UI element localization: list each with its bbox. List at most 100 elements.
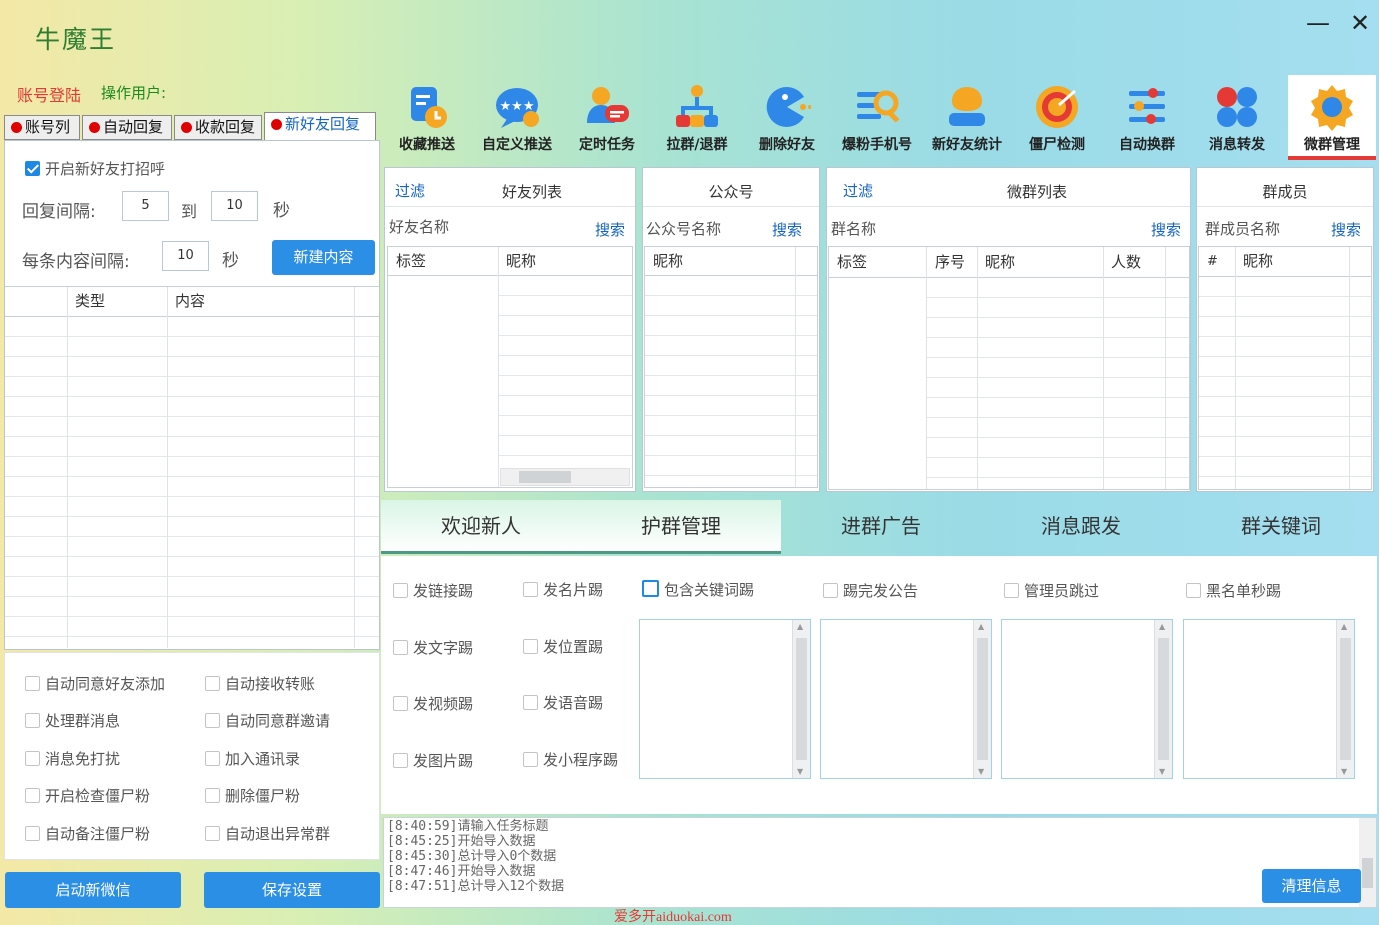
friend-table[interactable]: 标签 昵称 (387, 246, 633, 488)
column-header-nickname[interactable]: 昵称 (979, 247, 1015, 277)
column-header-nickname[interactable]: 昵称 (500, 247, 536, 275)
official-table[interactable]: 昵称 (644, 246, 818, 488)
blacklist-textarea[interactable]: ▲ ▼ (1183, 619, 1355, 779)
tab-welcome-new[interactable]: 欢迎新人 (381, 500, 581, 554)
kick-on-miniprogram-checkbox[interactable]: 发小程序踢 (523, 749, 618, 770)
toolbar-group-join-exit[interactable]: 拉群/退群 (653, 75, 741, 160)
app-title: 牛魔王 (35, 25, 117, 54)
toolbar-group-manage[interactable]: 微群管理 (1288, 75, 1376, 160)
option-auto-accept-friend[interactable]: 自动同意好友添加 (25, 673, 165, 694)
tab-group-protection[interactable]: 护群管理 (581, 500, 781, 554)
post-notice-after-kick-checkbox[interactable]: 踢完发公告 (823, 580, 918, 601)
phone-search-icon (857, 90, 900, 123)
column-header-number[interactable]: # (1201, 247, 1218, 276)
tab-group-keywords[interactable]: 群关键词 (1181, 500, 1379, 554)
kick-on-link-checkbox[interactable]: 发链接踢 (393, 580, 473, 601)
column-header-tag[interactable]: 标签 (831, 247, 867, 277)
group-table[interactable]: 标签 序号 昵称 人数 (828, 246, 1190, 490)
log-output[interactable]: [8:40:59]请输入任务标题 [8:45:25]开始导入数据 [8:45:3… (383, 817, 1377, 908)
group-search-link[interactable]: 搜索 (1151, 219, 1181, 240)
tab-auto-reply[interactable]: 自动回复 (82, 115, 172, 140)
member-search-link[interactable]: 搜索 (1331, 219, 1361, 240)
notice-textarea[interactable]: ▲ ▼ (820, 619, 992, 779)
tab-join-group-ad[interactable]: 进群广告 (781, 500, 981, 554)
each-interval-input[interactable]: 10 (162, 241, 209, 271)
tab-payment-reply[interactable]: 收款回复 (174, 115, 262, 140)
log-scrollbar[interactable] (1359, 818, 1376, 907)
option-delete-zombie-fans[interactable]: 删除僵尸粉 (205, 785, 300, 806)
toolbar-delete-friend[interactable]: 删除好友 (743, 75, 831, 160)
admin-textarea[interactable]: ▲ ▼ (1001, 619, 1173, 779)
toolbar-message-forward[interactable]: 消息转发 (1193, 75, 1281, 160)
kick-on-text-checkbox[interactable]: 发文字踢 (393, 637, 473, 658)
checkbox-icon (25, 826, 40, 841)
start-new-wechat-button[interactable]: 启动新微信 (5, 872, 181, 908)
friend-name-label: 好友名称 (389, 218, 450, 236)
content-table[interactable]: 类型 内容 (5, 286, 379, 648)
group-member-title: 群成员 (1262, 183, 1308, 201)
group-list-panel: 过滤 微群列表 群名称 搜索 标签 序号 昵称 人数 (826, 167, 1191, 492)
enable-greeting-checkbox[interactable]: 开启新好友打招呼 (25, 158, 165, 179)
column-header-index[interactable]: 序号 (929, 247, 965, 277)
group-filter-link[interactable]: 过滤 (843, 180, 873, 201)
toolbar-favorite-push[interactable]: 收藏推送 (383, 75, 471, 160)
status-dot-icon (181, 122, 192, 133)
option-handle-group-message[interactable]: 处理群消息 (25, 710, 120, 731)
member-table[interactable]: # 昵称 (1198, 246, 1372, 490)
option-auto-receive-transfer[interactable]: 自动接收转账 (205, 673, 315, 694)
kick-on-card-checkbox[interactable]: 发名片踢 (523, 579, 603, 600)
column-header-tag[interactable]: 标签 (390, 247, 426, 275)
kick-on-video-checkbox[interactable]: 发视频踢 (393, 693, 473, 714)
interval-to-input[interactable]: 10 (211, 191, 258, 221)
option-add-to-contacts[interactable]: 加入通讯录 (205, 748, 300, 769)
column-header-nickname[interactable]: 昵称 (647, 247, 683, 275)
left-tab-bar: 账号列 自动回复 收款回复 新好友回复 (4, 112, 380, 141)
option-auto-accept-group-invite[interactable]: 自动同意群邀请 (205, 710, 330, 731)
friend-search-link[interactable]: 搜索 (595, 219, 625, 240)
toolbar-new-friend-stats[interactable]: 新好友统计 (923, 75, 1011, 160)
friend-filter-link[interactable]: 过滤 (395, 180, 425, 201)
toolbar-phone-search[interactable]: 爆粉手机号 (833, 75, 921, 160)
scrollbar-thumb[interactable] (519, 471, 571, 483)
column-header-nickname[interactable]: 昵称 (1237, 247, 1273, 276)
checkbox-icon (523, 639, 538, 654)
vertical-scrollbar[interactable]: ▲ ▼ (1336, 620, 1354, 778)
column-header-content[interactable]: 内容 (169, 287, 205, 316)
vertical-scrollbar[interactable]: ▲ ▼ (1154, 620, 1172, 778)
clear-info-button[interactable]: 清理信息 (1262, 869, 1361, 903)
group-name-label: 群名称 (831, 220, 877, 238)
kick-on-keyword-checkbox[interactable]: 包含关键词踢 (642, 579, 754, 600)
kick-on-voice-checkbox[interactable]: 发语音踢 (523, 692, 603, 713)
column-header-member-count[interactable]: 人数 (1105, 247, 1141, 277)
blacklist-instant-kick-checkbox[interactable]: 黑名单秒踢 (1186, 580, 1281, 601)
skip-admin-checkbox[interactable]: 管理员跳过 (1004, 580, 1099, 601)
toolbar-auto-switch-group[interactable]: 自动换群 (1103, 75, 1191, 160)
close-button[interactable]: ✕ (1345, 8, 1375, 38)
new-content-button[interactable]: 新建内容 (272, 240, 375, 275)
option-check-zombie-fans[interactable]: 开启检查僵尸粉 (25, 785, 150, 806)
option-remark-zombie-fans[interactable]: 自动备注僵尸粉 (25, 823, 150, 844)
checkbox-icon (205, 713, 220, 728)
tab-account-list[interactable]: 账号列 (4, 115, 80, 140)
status-dot-icon (89, 122, 100, 133)
vertical-scrollbar[interactable]: ▲ ▼ (792, 620, 810, 778)
kick-on-image-checkbox[interactable]: 发图片踢 (393, 750, 473, 771)
toolbar-scheduled-task[interactable]: 定时任务 (563, 75, 651, 160)
minimize-button[interactable]: — (1303, 8, 1333, 38)
horizontal-scrollbar[interactable] (500, 468, 630, 486)
group-manage-icon (1311, 85, 1353, 131)
tab-message-follow[interactable]: 消息跟发 (981, 500, 1181, 554)
kick-on-location-checkbox[interactable]: 发位置踢 (523, 636, 603, 657)
official-search-link[interactable]: 搜索 (772, 219, 802, 240)
tab-new-friend-reply[interactable]: 新好友回复 (264, 112, 376, 141)
toolbar-zombie-detect[interactable]: 僵尸检测 (1013, 75, 1101, 160)
column-header-type[interactable]: 类型 (69, 287, 105, 316)
account-login-link[interactable]: 账号登陆 (17, 82, 81, 106)
save-settings-button[interactable]: 保存设置 (204, 872, 380, 908)
interval-from-input[interactable]: 5 (122, 191, 169, 221)
keyword-textarea[interactable]: ▲ ▼ (639, 619, 811, 779)
toolbar-custom-push[interactable]: ★★★ 自定义推送 (473, 75, 561, 160)
option-do-not-disturb[interactable]: 消息免打扰 (25, 748, 120, 769)
vertical-scrollbar[interactable]: ▲ ▼ (973, 620, 991, 778)
option-auto-exit-abnormal-group[interactable]: 自动退出异常群 (205, 823, 330, 844)
